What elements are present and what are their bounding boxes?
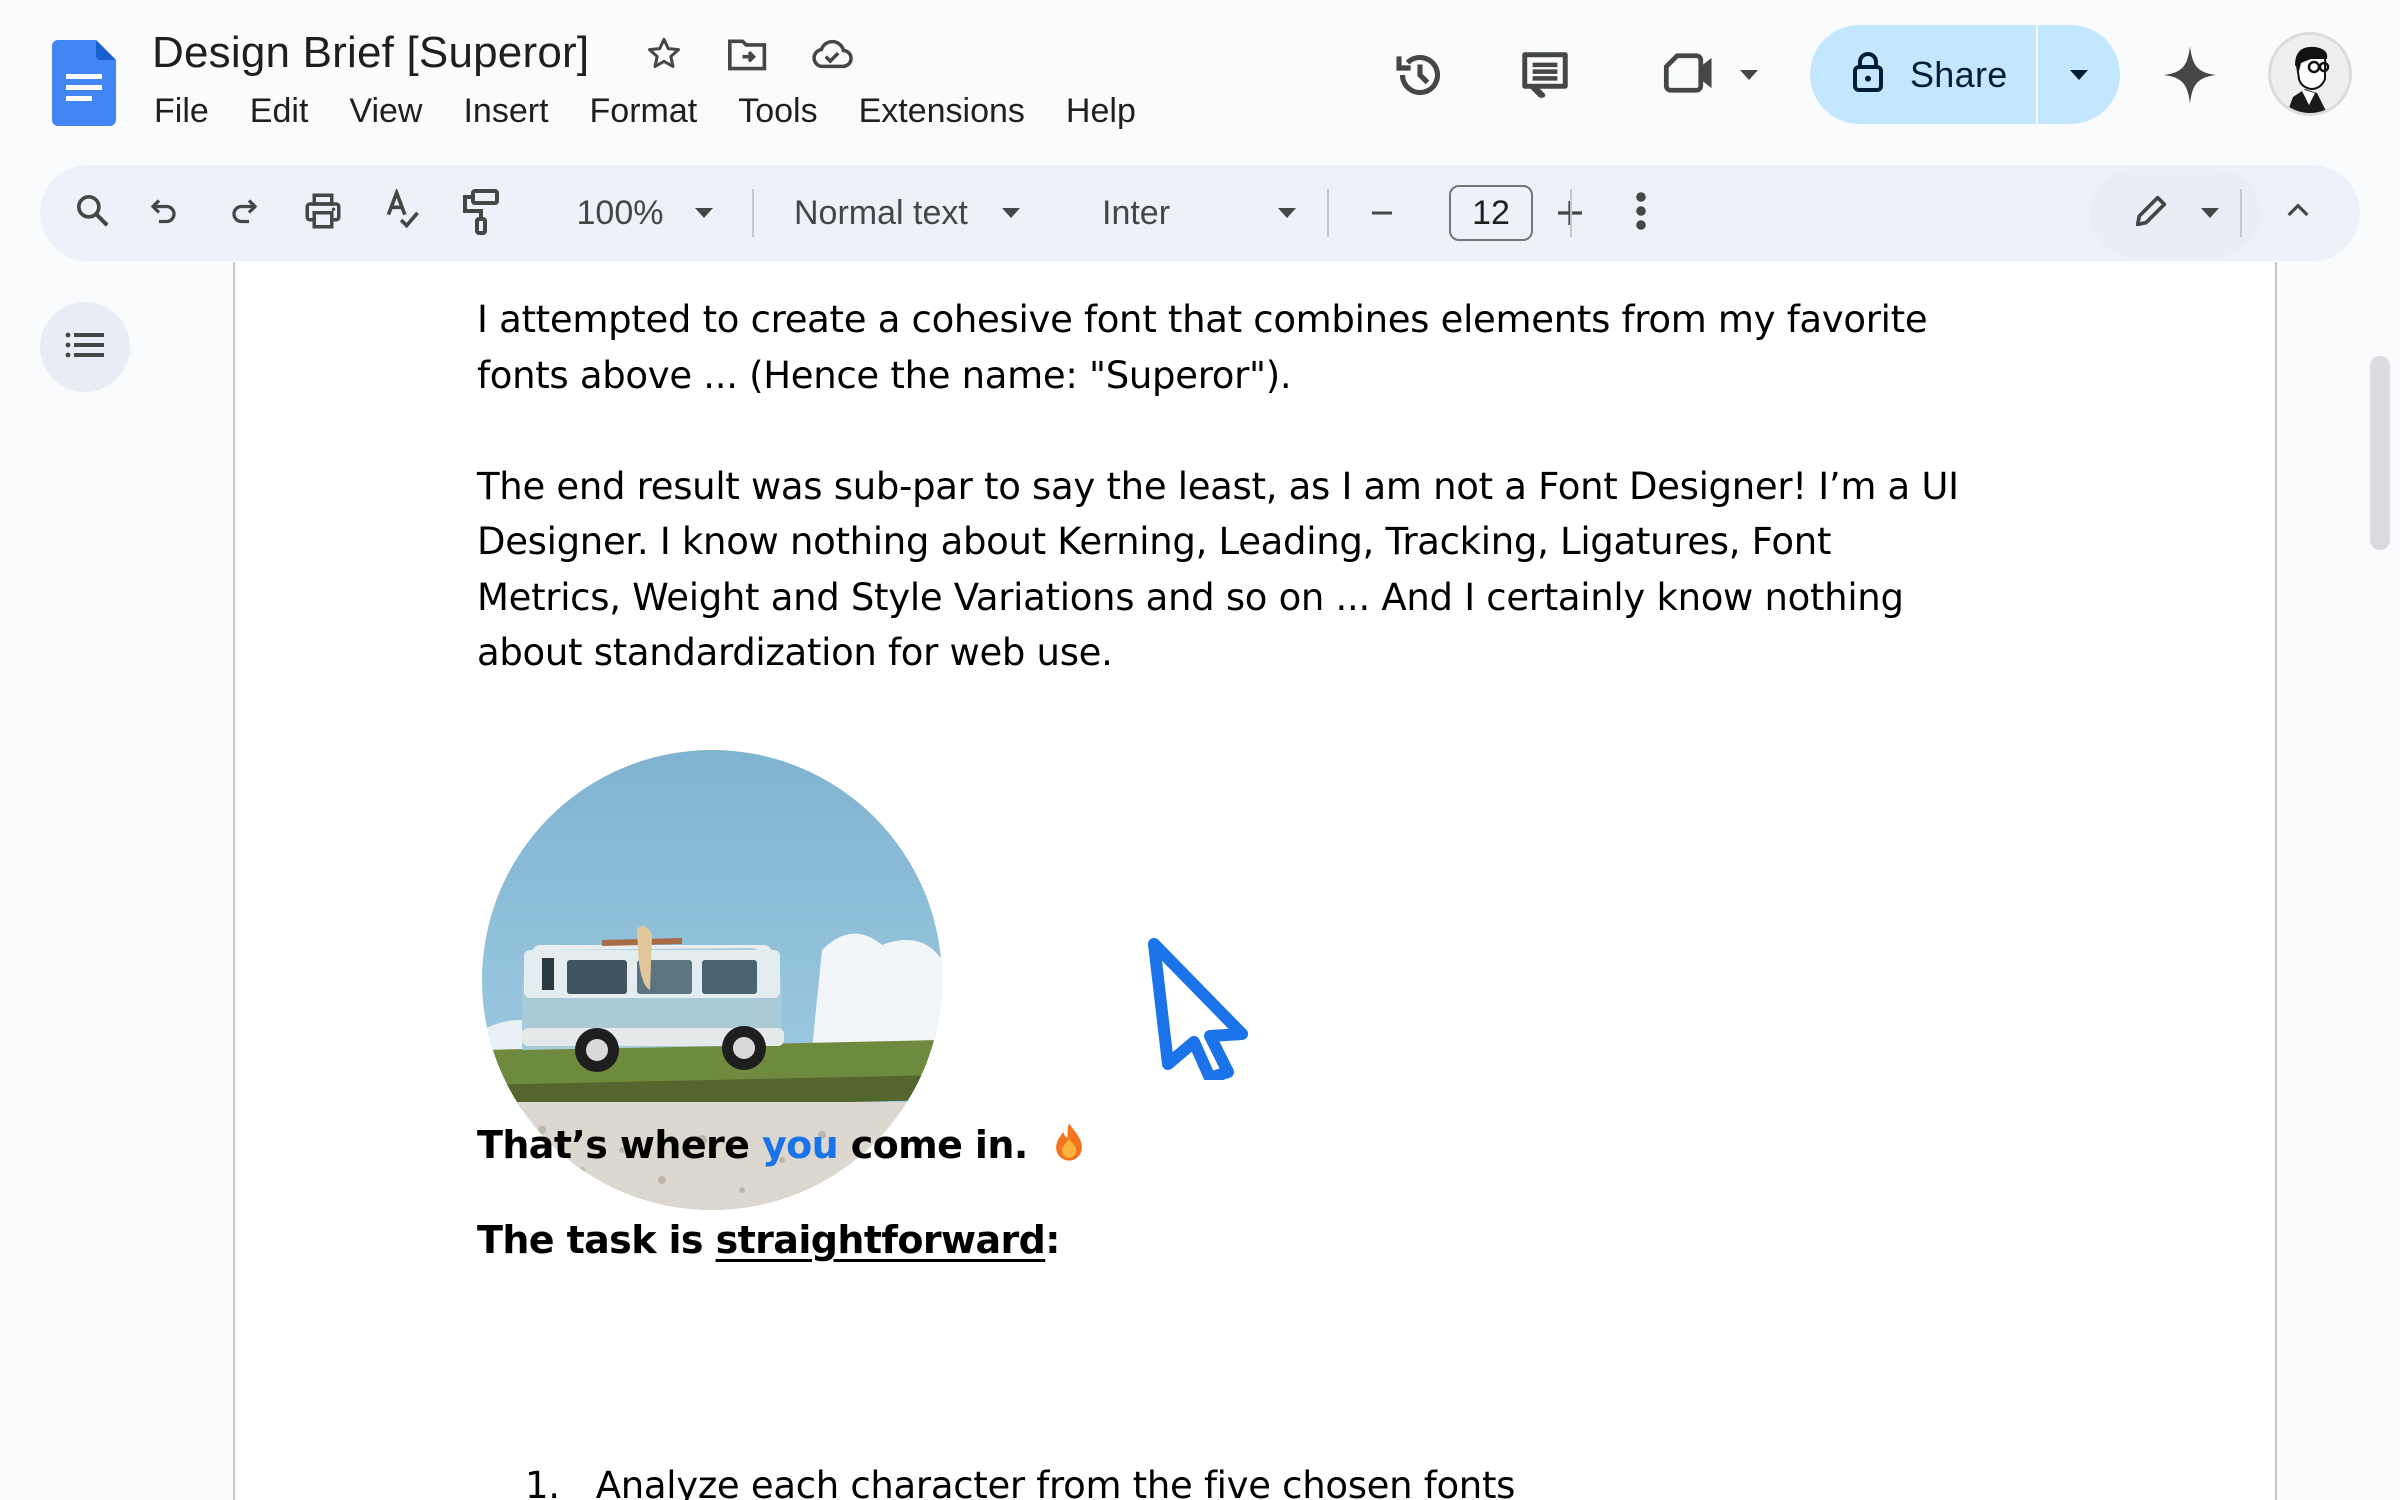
share-button[interactable]: Share xyxy=(1810,25,2036,124)
move-to-folder-icon[interactable] xyxy=(724,30,772,78)
toolbar-divider xyxy=(2240,189,2242,237)
list-item: 1. Analyze each character from the five … xyxy=(525,1464,1515,1500)
undo-icon xyxy=(147,193,183,234)
task-line: The task is straightforward: xyxy=(477,1218,1060,1262)
search-icon xyxy=(73,191,113,236)
list-number: 1. xyxy=(525,1464,560,1500)
toolbar-divider xyxy=(752,189,754,237)
share-button-group: Share xyxy=(1810,25,2120,124)
underlined-word: straightforward xyxy=(715,1218,1046,1262)
list-text: Analyze each character from the five cho… xyxy=(595,1464,1516,1500)
menu-insert[interactable]: Insert xyxy=(449,88,562,135)
spellcheck-button[interactable] xyxy=(376,165,430,261)
decrease-font-size-button[interactable] xyxy=(1352,165,1412,261)
fire-emoji-icon xyxy=(1054,1123,1084,1167)
share-label: Share xyxy=(1910,53,2008,95)
redo-button[interactable] xyxy=(218,165,268,261)
editing-mode-button[interactable] xyxy=(2090,169,2260,257)
menu-view[interactable]: View xyxy=(335,88,436,135)
undo-button[interactable] xyxy=(140,165,190,261)
formatting-toolbar: 100% Normal text Inter 12 xyxy=(40,165,2360,261)
menu-bar: File Edit View Insert Format Tools Exten… xyxy=(140,88,1163,135)
minus-icon xyxy=(1372,211,1392,215)
callout-line: That’s where you come in. xyxy=(477,1122,1084,1167)
document-body[interactable]: I attempted to create a cohesive font th… xyxy=(477,292,2077,681)
menu-tools[interactable]: Tools xyxy=(724,88,831,135)
print-icon xyxy=(302,190,344,237)
toolbar-divider xyxy=(1570,189,1572,237)
lock-icon xyxy=(1852,51,1884,98)
font-family-value: Inter xyxy=(1102,193,1171,232)
document-outline-icon xyxy=(65,332,105,363)
google-docs-icon[interactable] xyxy=(52,40,116,126)
paragraph-line: Metrics, Weight and Style Variations and… xyxy=(477,575,1904,619)
document-page[interactable]: I attempted to create a cohesive font th… xyxy=(233,262,2277,1500)
font-size-input[interactable]: 12 xyxy=(1449,185,1533,241)
paragraph-line: fonts above ... (Hence the name: "Supero… xyxy=(477,353,1292,397)
zoom-value: 100% xyxy=(576,193,664,232)
menu-edit[interactable]: Edit xyxy=(236,88,323,135)
star-icon[interactable] xyxy=(640,30,688,78)
menu-format[interactable]: Format xyxy=(576,88,712,135)
video-call-icon xyxy=(1662,49,1718,102)
more-vert-icon xyxy=(1635,191,1647,236)
chevron-down-icon xyxy=(695,208,714,218)
video-call-button[interactable] xyxy=(1650,40,1770,110)
chevron-down-icon xyxy=(1278,208,1296,218)
sparkle-icon[interactable] xyxy=(2150,38,2230,112)
pencil-icon xyxy=(2131,191,2171,236)
zoom-select[interactable]: 100% xyxy=(560,165,730,261)
user-avatar[interactable] xyxy=(2268,32,2352,116)
search-menus-button[interactable] xyxy=(66,165,120,261)
collapse-menus-button[interactable] xyxy=(2268,165,2328,261)
more-options-button[interactable] xyxy=(1616,165,1666,261)
paint-format-button[interactable] xyxy=(454,165,508,261)
chevron-down-icon xyxy=(2201,208,2219,218)
menu-extensions[interactable]: Extensions xyxy=(845,88,1039,135)
chevron-up-icon xyxy=(2282,195,2314,232)
cloud-saved-icon[interactable] xyxy=(808,30,856,78)
paragraph-line: Designer. I know nothing about Kerning, … xyxy=(477,520,1832,563)
share-options-button[interactable] xyxy=(2038,25,2120,124)
print-button[interactable] xyxy=(296,165,350,261)
comments-icon[interactable] xyxy=(1505,40,1585,110)
menu-file[interactable]: File xyxy=(140,88,223,135)
highlight-word: you xyxy=(761,1123,839,1167)
vertical-scrollbar-thumb[interactable] xyxy=(2370,356,2390,550)
paragraph-line: I attempted to create a cohesive font th… xyxy=(477,298,1928,341)
version-history-icon[interactable] xyxy=(1380,40,1460,110)
paint-format-icon xyxy=(461,187,501,240)
paragraph-style-select[interactable]: Normal text xyxy=(780,165,1050,261)
spellcheck-icon xyxy=(383,187,423,238)
chevron-down-icon xyxy=(2070,69,2088,80)
font-family-select[interactable]: Inter xyxy=(1090,165,1350,261)
chevron-down-icon xyxy=(1001,208,1020,218)
toolbar-divider xyxy=(1327,189,1329,237)
menu-help[interactable]: Help xyxy=(1052,88,1150,135)
document-outline-button[interactable] xyxy=(40,302,130,392)
paragraph-line: The end result was sub-par to say the le… xyxy=(477,464,1959,508)
document-title[interactable]: Design Brief [Superor] xyxy=(152,28,589,78)
redo-icon xyxy=(225,193,261,234)
chevron-down-icon xyxy=(1740,70,1758,80)
paragraph-line: about standardization for web use. xyxy=(477,631,1113,674)
paragraph-style-value: Normal text xyxy=(794,193,968,232)
